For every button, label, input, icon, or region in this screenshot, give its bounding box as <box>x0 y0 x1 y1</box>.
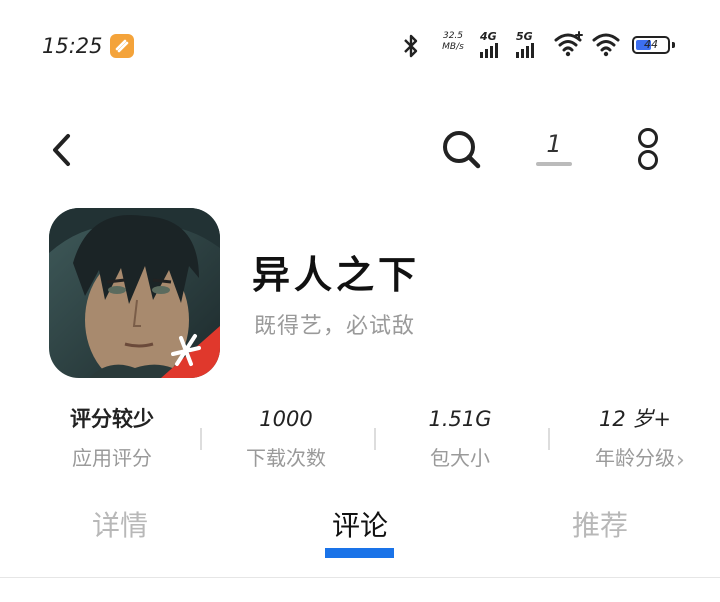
download-count: 1 <box>546 130 562 158</box>
more-dot-top <box>638 128 658 148</box>
wifi-plus-icon <box>553 30 585 62</box>
download-manager-button[interactable]: 1 <box>536 128 572 168</box>
active-tab-indicator <box>325 548 394 558</box>
battery-tip <box>672 42 675 48</box>
stat-size-label: 包大小 <box>430 446 490 470</box>
more-options-button[interactable] <box>636 128 660 172</box>
tab-reviews[interactable]: 评论 <box>290 504 430 544</box>
signal-5g-label: 5G <box>516 30 533 43</box>
stat-divider <box>548 428 550 450</box>
stat-rating-label: 应用评分 <box>72 446 152 470</box>
search-button[interactable] <box>440 128 482 174</box>
stat-divider <box>200 428 202 450</box>
app-slogan: 既得艺，必试敌 <box>254 314 416 339</box>
tab-recommend[interactable]: 推荐 <box>530 504 670 544</box>
network-speed-value: 32.5 <box>442 31 464 41</box>
tabs-divider <box>0 577 720 578</box>
status-time: 15:25 <box>42 34 103 58</box>
stat-size-value: 1.51G <box>428 407 492 431</box>
stat-divider <box>374 428 376 450</box>
chevron-left-icon <box>53 134 70 166</box>
stat-age-rating-value: 12 岁+ <box>599 407 671 431</box>
search-icon <box>443 131 481 169</box>
stat-downloads-label: 下载次数 <box>246 446 326 470</box>
notification-app-icon <box>110 34 134 58</box>
stat-downloads-value: 1000 <box>259 407 313 431</box>
signal-4g-label: 4G <box>480 30 497 43</box>
cellular-signal-4g-icon: 4G <box>480 30 510 60</box>
stat-size: 1.51G 包大小 <box>390 404 530 471</box>
wifi-icon <box>591 30 623 62</box>
stat-downloads: 1000 下载次数 <box>216 404 356 471</box>
download-underline <box>536 162 572 166</box>
bluetooth-icon <box>400 33 422 63</box>
stat-rating[interactable]: 评分较少 应用评分 <box>42 404 182 471</box>
tab-details[interactable]: 详情 <box>50 504 190 544</box>
cellular-signal-5g-icon: 5G <box>516 30 546 60</box>
stat-rating-value: 评分较少 <box>70 407 154 431</box>
app-title: 异人之下 <box>252 253 421 297</box>
chevron-right-icon: › <box>676 448 685 473</box>
network-speed-unit: MB/s <box>442 42 464 52</box>
more-dot-bottom <box>638 150 658 170</box>
battery-icon: 44 <box>632 36 670 54</box>
back-button[interactable] <box>48 130 78 170</box>
network-speed: 32.5 MB/s <box>436 31 470 53</box>
app-icon <box>49 208 220 378</box>
battery-level: 44 <box>644 38 658 51</box>
